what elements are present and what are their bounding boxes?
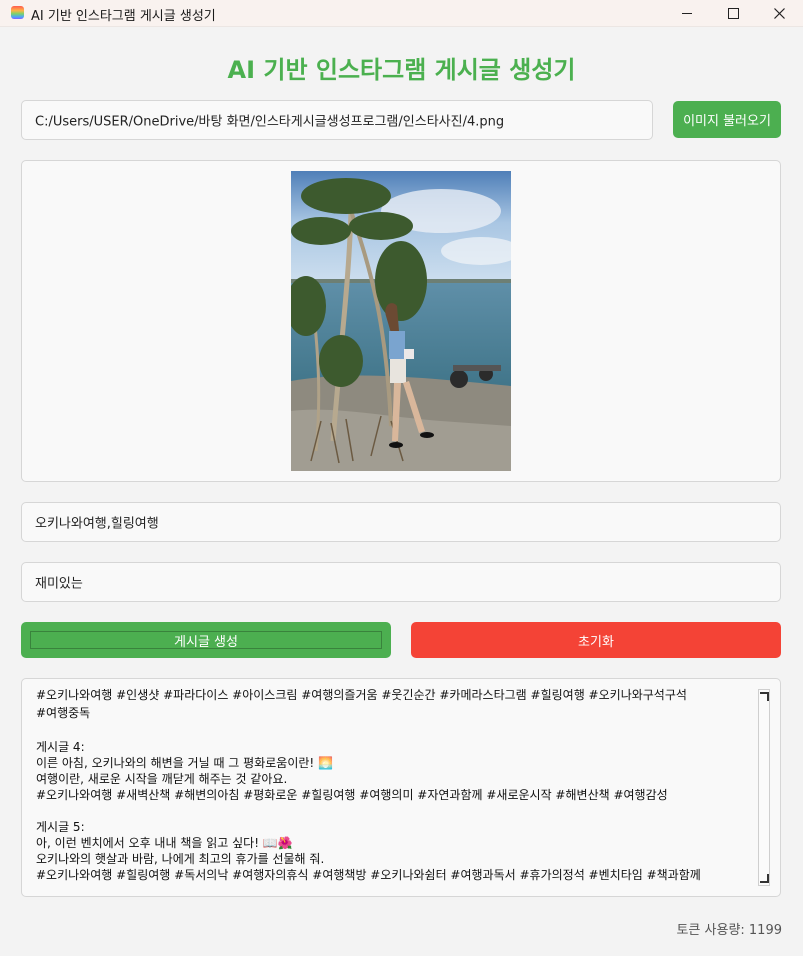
output-line: #여행중독: [36, 706, 91, 720]
app-icon: [11, 6, 24, 19]
scroll-down-arrow-icon[interactable]: [760, 874, 769, 883]
load-image-button[interactable]: 이미지 불러오기: [673, 101, 781, 138]
output-line: 이른 아침, 오키나와의 해변을 거닐 때 그 평화로움이란! 🌅: [36, 756, 333, 770]
token-usage-label: 토큰 사용량: 1199: [676, 923, 782, 938]
maximize-icon: [727, 7, 739, 19]
output-line: 오키나와의 햇살과 바람, 나에게 최고의 휴가를 선물해 줘.: [36, 852, 325, 866]
preview-photo: [291, 171, 511, 471]
generated-posts-textarea[interactable]: #오키나와여행 #인생샷 #파라다이스 #아이스크림 #여행의즐거움 #웃긴순간…: [21, 678, 781, 897]
keywords-value: 오키나와여행,힐링여행: [35, 516, 159, 532]
generate-post-button[interactable]: 게시글 생성: [21, 622, 391, 658]
app-heading: AI 기반 인스타그램 게시글 생성기: [227, 56, 576, 84]
minimize-icon: [682, 12, 692, 14]
keywords-input[interactable]: 오키나와여행,힐링여행: [21, 502, 781, 542]
output-line: 여행이란, 새로운 시작을 깨닫게 해주는 것 같아요.: [36, 772, 288, 786]
output-line: #오키나와여행 #새벽산책 #해변의아침 #평화로운 #힐링여행 #여행의미 #…: [36, 788, 668, 802]
output-line: 아, 이런 벤치에서 오후 내내 책을 읽고 싶다! 📖🌺: [36, 836, 293, 850]
maximize-button[interactable]: [710, 0, 756, 26]
window-titlebar: AI 기반 인스타그램 게시글 생성기: [0, 0, 803, 27]
focus-ring: [30, 631, 382, 649]
scroll-up-arrow-icon[interactable]: [760, 692, 769, 701]
tone-input[interactable]: 재미있는: [21, 562, 781, 602]
output-line: 게시글 4:: [36, 740, 85, 754]
minimize-button[interactable]: [664, 0, 710, 26]
close-icon: [773, 7, 785, 19]
image-path-value: C:/Users/USER/OneDrive/바탕 화면/인스타게시글생성프로그…: [35, 114, 505, 130]
reset-button[interactable]: 초기화: [411, 622, 781, 658]
tone-value: 재미있는: [35, 576, 83, 592]
output-line: 게시글 5:: [36, 820, 85, 834]
window-title: AI 기반 인스타그램 게시글 생성기: [31, 9, 216, 24]
close-button[interactable]: [756, 0, 802, 26]
image-path-input[interactable]: C:/Users/USER/OneDrive/바탕 화면/인스타게시글생성프로그…: [21, 100, 653, 140]
output-line: #오키나와여행 #인생샷 #파라다이스 #아이스크림 #여행의즐거움 #웃긴순간…: [36, 688, 687, 702]
output-scrollbar[interactable]: [758, 689, 770, 886]
output-line: #오키나와여행 #힐링여행 #독서의낙 #여행자의휴식 #여행책방 #오키나와쉼…: [36, 868, 701, 882]
